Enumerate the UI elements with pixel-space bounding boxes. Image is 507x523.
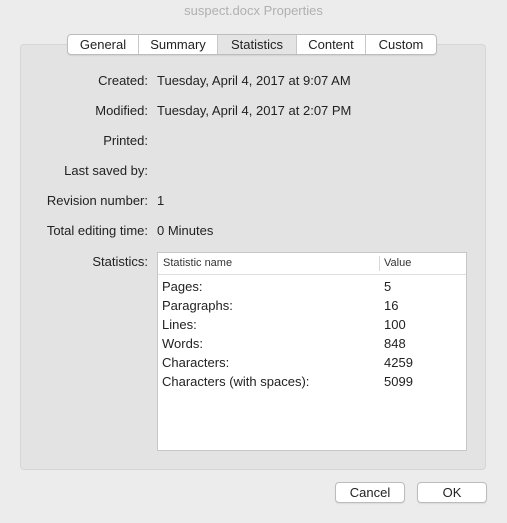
- stat-name: Characters:: [162, 355, 230, 370]
- modified-row: Modified: Tuesday, April 4, 2017 at 2:07…: [0, 103, 507, 121]
- table-row[interactable]: Lines: 100: [158, 315, 466, 334]
- stat-name: Lines:: [162, 317, 197, 332]
- stat-value: 16: [384, 298, 399, 313]
- tab-general[interactable]: General: [68, 35, 138, 54]
- revision-number-label: Revision number:: [46, 193, 148, 208]
- window-title: suspect.docx Properties: [184, 3, 323, 18]
- printed-label: Printed:: [103, 133, 148, 148]
- modified-value: Tuesday, April 4, 2017 at 2:07 PM: [157, 103, 352, 118]
- ok-button[interactable]: OK: [417, 482, 487, 503]
- stat-value: 848: [384, 336, 406, 351]
- stat-value: 5: [384, 279, 392, 294]
- table-row[interactable]: Characters: 4259: [158, 353, 466, 372]
- tab-summary[interactable]: Summary: [138, 35, 217, 54]
- stat-value: 100: [384, 317, 406, 332]
- total-editing-time-label: Total editing time:: [46, 223, 148, 238]
- statistics-table-header: Statistic name Value: [158, 253, 466, 275]
- table-row[interactable]: Pages: 5: [158, 277, 466, 296]
- statistics-label: Statistics:: [92, 254, 148, 269]
- tab-content[interactable]: Content: [296, 35, 365, 54]
- revision-number-value: 1: [157, 193, 165, 208]
- column-header-statistic-name[interactable]: Statistic name: [163, 257, 232, 269]
- total-editing-time-value: 0 Minutes: [157, 223, 214, 238]
- stat-value: 4259: [384, 355, 413, 370]
- stat-name: Characters (with spaces):: [162, 374, 310, 389]
- stat-name: Words:: [162, 336, 203, 351]
- tab-bar: General Summary Statistics Content Custo…: [67, 34, 437, 55]
- tab-custom[interactable]: Custom: [365, 35, 436, 54]
- tab-statistics[interactable]: Statistics: [217, 35, 296, 54]
- stat-name: Paragraphs:: [162, 298, 233, 313]
- stat-name: Pages:: [162, 279, 203, 294]
- created-value: Tuesday, April 4, 2017 at 9:07 AM: [157, 73, 351, 88]
- modified-label: Modified:: [95, 103, 148, 118]
- table-row[interactable]: Characters (with spaces): 5099: [158, 372, 466, 391]
- created-row: Created: Tuesday, April 4, 2017 at 9:07 …: [0, 73, 507, 91]
- stat-value: 5099: [384, 374, 413, 389]
- column-header-value[interactable]: Value: [384, 257, 411, 269]
- created-label: Created:: [98, 73, 148, 88]
- total-editing-time-row: Total editing time: 0 Minutes: [0, 223, 507, 241]
- table-row[interactable]: Words: 848: [158, 334, 466, 353]
- column-divider: [379, 256, 380, 271]
- printed-row: Printed:: [0, 133, 507, 151]
- table-row[interactable]: Paragraphs: 16: [158, 296, 466, 315]
- last-saved-by-label: Last saved by:: [64, 163, 148, 178]
- cancel-button[interactable]: Cancel: [335, 482, 405, 503]
- last-saved-by-row: Last saved by:: [0, 163, 507, 181]
- statistics-table[interactable]: Statistic name Value Pages: 5 Paragraphs…: [157, 252, 467, 451]
- revision-number-row: Revision number: 1: [0, 193, 507, 211]
- statistics-table-body: Pages: 5 Paragraphs: 16 Lines: 100 Words…: [158, 277, 466, 391]
